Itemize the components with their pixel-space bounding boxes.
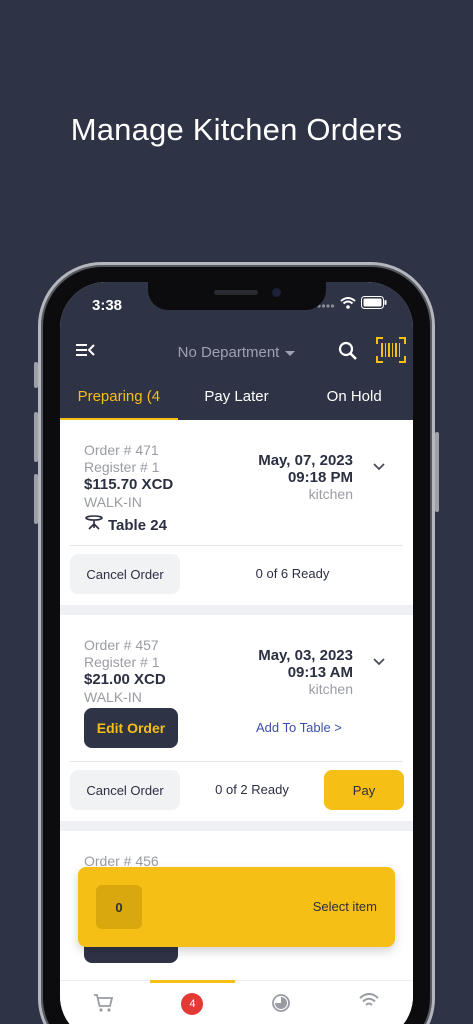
status-time: 3:38 — [92, 297, 123, 314]
orders-badge: 4 — [181, 993, 204, 1015]
nav-orders[interactable]: 4 — [148, 980, 236, 1024]
pie-chart-icon — [271, 993, 291, 1018]
order-amount: $115.70 XCD — [84, 476, 174, 493]
ready-status: 0 of 2 Ready — [215, 782, 289, 797]
tab-pay-later[interactable]: Pay Later — [178, 378, 296, 420]
register-number: Register # 1 — [84, 459, 160, 475]
chevron-down-icon[interactable] — [373, 458, 385, 476]
divider — [70, 545, 403, 546]
order-datetime: May, 03, 2023 09:13 AM kitchen — [258, 647, 353, 698]
order-info: Order # 457 Register # 1 $21.00 XCD WALK… — [84, 637, 166, 706]
select-item-label: Select item — [312, 899, 377, 914]
nav-cart[interactable] — [60, 981, 148, 1024]
order-amount: $21.00 XCD — [84, 671, 166, 688]
add-to-table-link[interactable]: Add To Table > — [256, 720, 342, 735]
department-selector[interactable]: No Department — [60, 344, 413, 361]
camera — [272, 288, 281, 297]
tab-preparing[interactable]: Preparing (4 — [60, 378, 178, 420]
nav-reports[interactable] — [237, 981, 325, 1024]
battery-icon — [361, 296, 387, 314]
chevron-down-icon — [285, 350, 296, 356]
tab-on-hold[interactable]: On Hold — [295, 378, 413, 420]
edit-order-button[interactable]: Edit Order — [84, 708, 178, 748]
order-info: Order # 471 Register # 1 $115.70 XCD WAL… — [84, 442, 173, 535]
status-icons — [317, 296, 387, 314]
selected-count: 0 — [96, 885, 142, 929]
select-item-toast[interactable]: 0 Select item — [78, 867, 395, 947]
order-number: Order # 457 — [84, 637, 159, 653]
toolbar: No Department — [60, 337, 413, 368]
order-datetime: May, 07, 2023 09:18 PM kitchen — [258, 452, 353, 503]
order-type: WALK-IN — [84, 689, 142, 705]
order-number: Order # 471 — [84, 442, 159, 458]
cart-icon — [93, 993, 115, 1018]
headline: Manage Kitchen Orders — [70, 112, 403, 147]
order-card: Order # 457 Register # 1 $21.00 XCD WALK… — [60, 615, 413, 821]
search-icon[interactable] — [338, 341, 358, 366]
order-date: May, 07, 2023 — [258, 452, 353, 469]
chevron-down-icon[interactable] — [373, 653, 385, 671]
register-number: Register # 1 — [84, 654, 160, 670]
nav-connection[interactable] — [325, 981, 413, 1024]
order-time: 09:13 AM — [287, 664, 353, 681]
table-assignment: Table 24 — [84, 515, 173, 535]
speaker — [214, 290, 258, 295]
notch — [148, 282, 326, 310]
ready-status: 0 of 6 Ready — [255, 566, 330, 581]
department-label: No Department — [177, 344, 280, 361]
dining-table-icon — [84, 515, 104, 535]
order-location: kitchen — [308, 681, 353, 697]
order-date: May, 03, 2023 — [258, 647, 353, 664]
bottom-nav: 4 — [60, 980, 413, 1024]
wifi-icon — [340, 296, 356, 314]
divider — [70, 761, 403, 762]
order-tabs: Preparing (4 Pay Later On Hold — [60, 378, 413, 420]
order-location: kitchen — [308, 486, 353, 502]
wifi-icon — [359, 993, 379, 1014]
app-screen: 3:38 No Department Preparing (4 Pay Late… — [60, 282, 413, 1024]
cancel-order-button[interactable]: Cancel Order — [70, 554, 180, 594]
phone-power-button — [435, 432, 439, 512]
cancel-order-button[interactable]: Cancel Order — [70, 770, 180, 810]
table-label: Table 24 — [108, 516, 167, 534]
order-card: Order # 471 Register # 1 $115.70 XCD WAL… — [60, 420, 413, 605]
barcode-scanner-icon[interactable] — [376, 337, 406, 368]
order-time: 09:18 PM — [287, 469, 353, 486]
order-type: WALK-IN — [84, 494, 142, 510]
pay-button[interactable]: Pay — [324, 770, 404, 810]
